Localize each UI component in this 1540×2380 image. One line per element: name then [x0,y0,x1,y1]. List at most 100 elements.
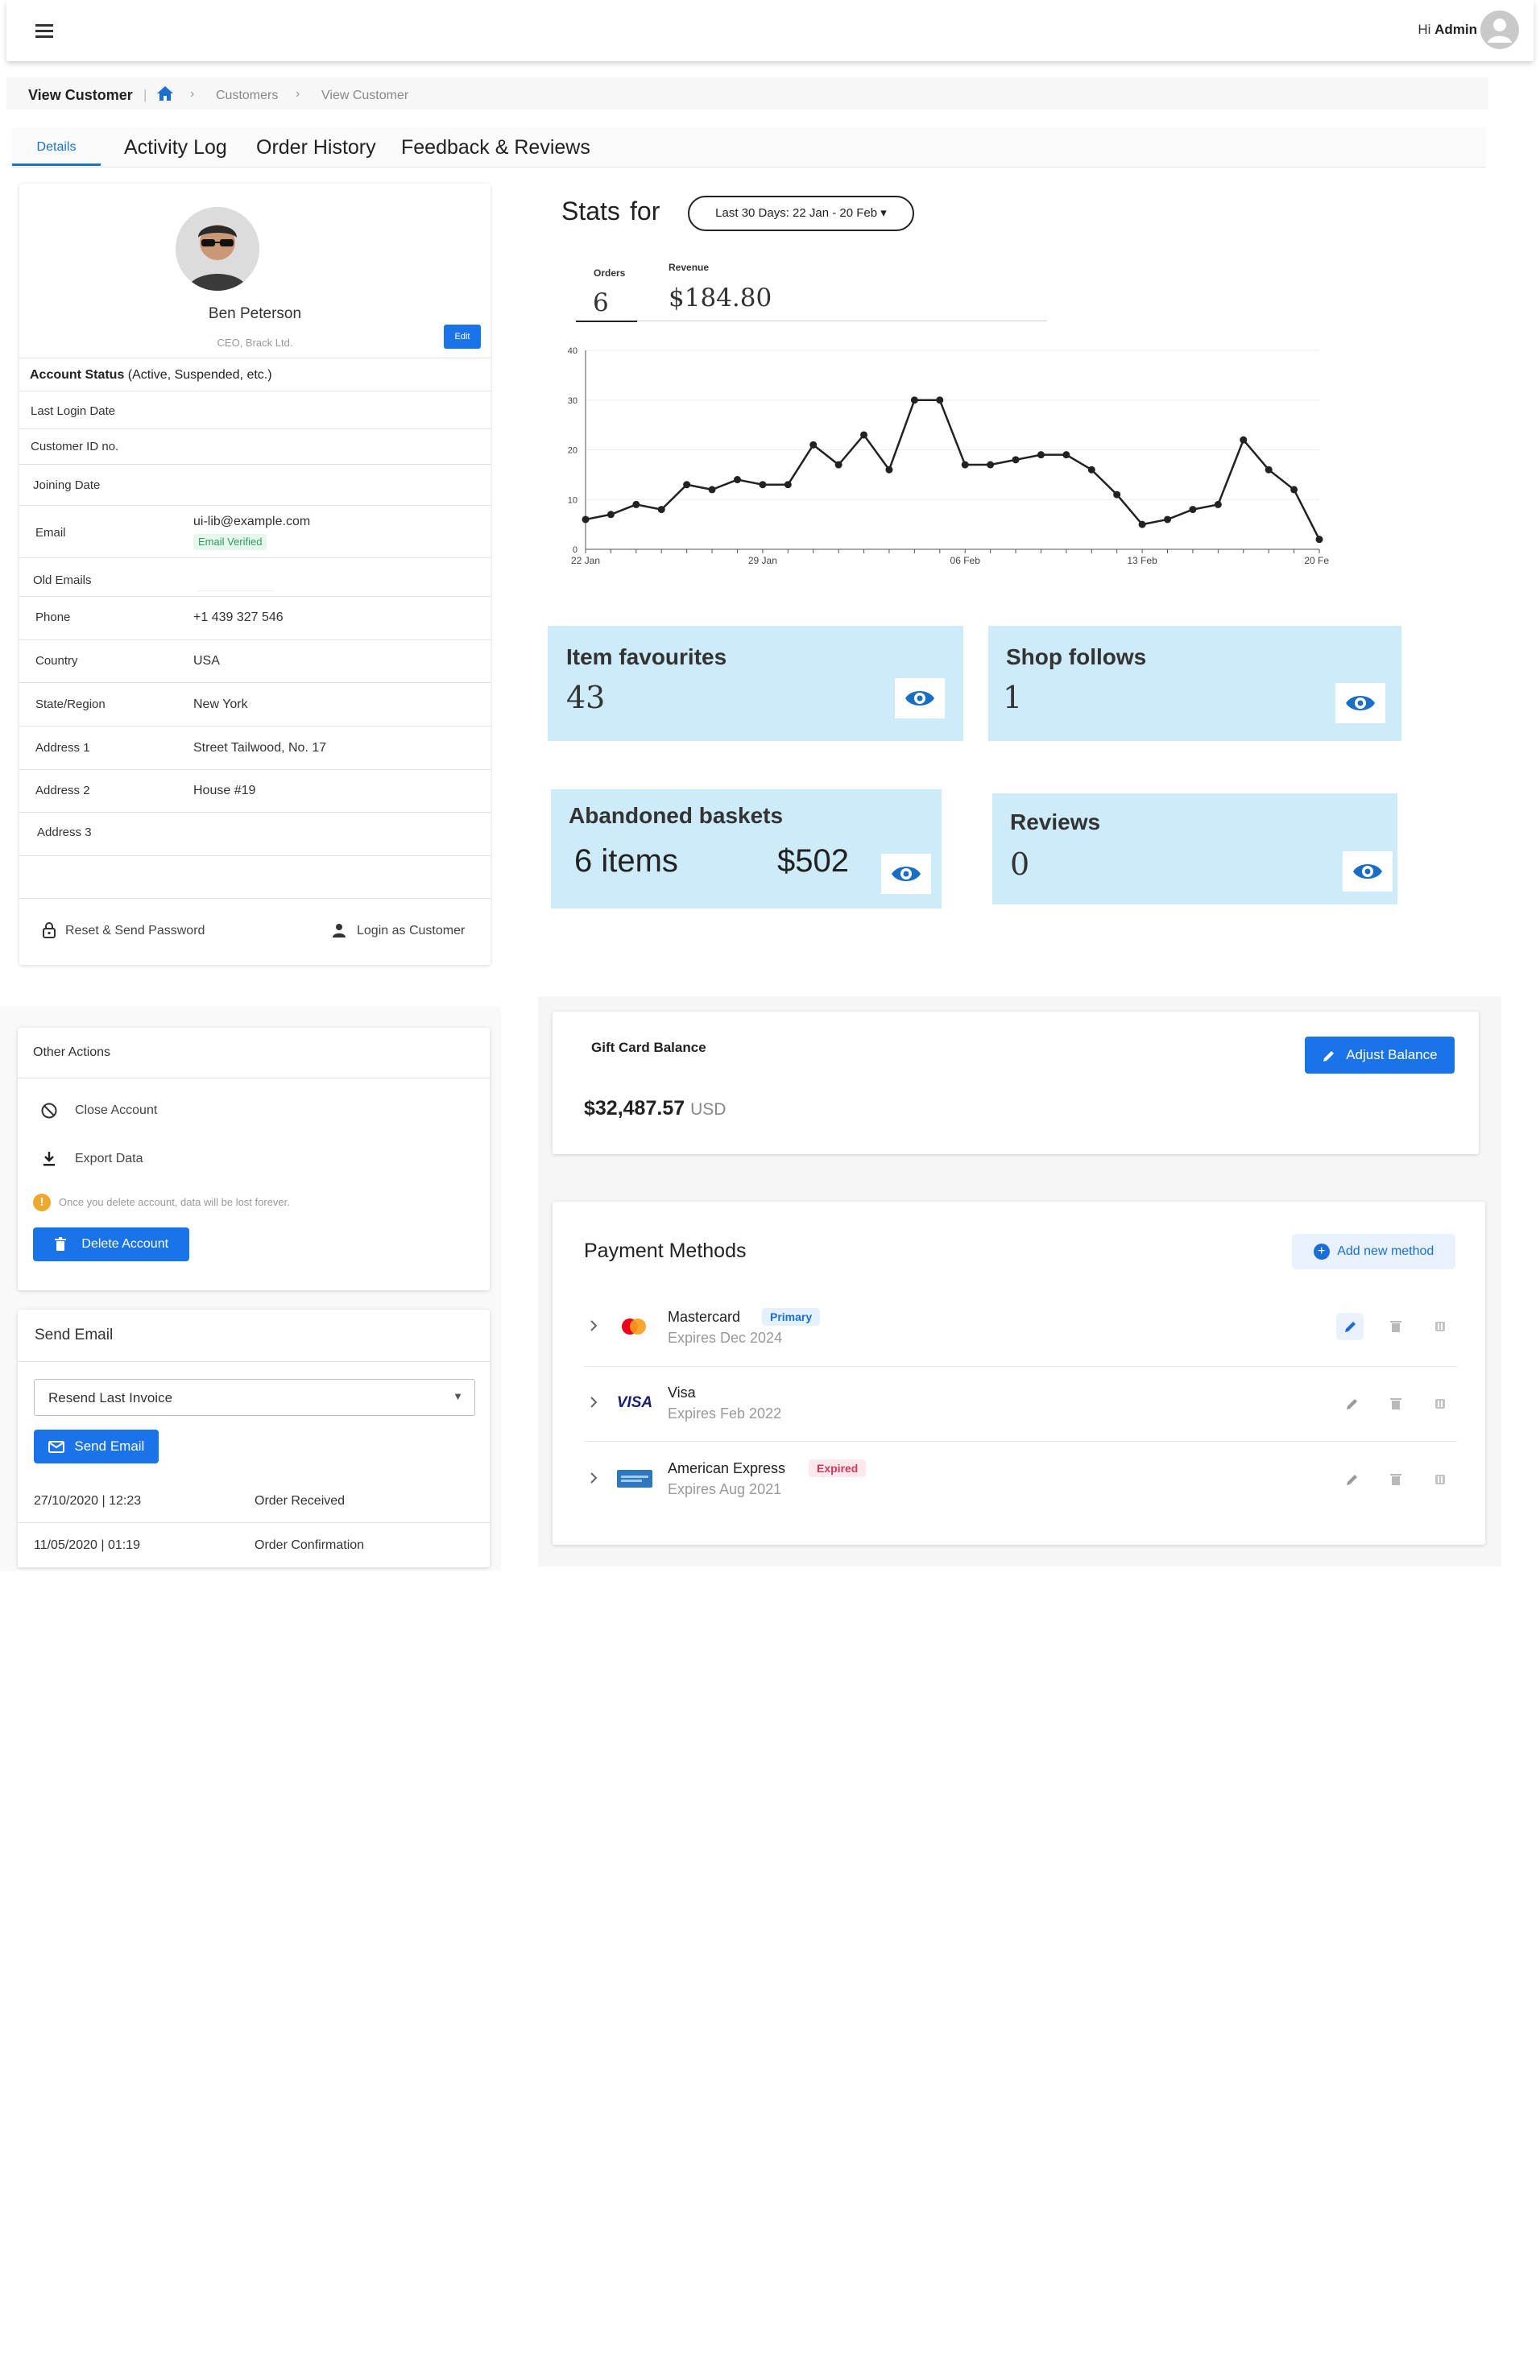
hamburger-menu-icon[interactable] [31,19,60,42]
customer-title: CEO, Brack Ltd. [217,337,293,349]
chart-data-point [1189,506,1197,514]
delete-warning-text: Once you delete account, data will be lo… [59,1196,290,1208]
revenue-label: Revenue [669,262,710,273]
email-template-select[interactable]: Resend Last Invoice ▼ [34,1379,475,1416]
edit-pencil-icon[interactable] [1338,1390,1365,1418]
delete-account-button[interactable]: Delete Account [33,1227,189,1261]
close-account-link[interactable]: Close Account [75,1103,157,1118]
tab-order-history[interactable]: Order History [256,129,376,166]
page-title: View Customer [28,87,133,103]
divider [584,1366,1457,1367]
home-icon[interactable] [155,84,175,103]
delete-trash-icon[interactable] [1382,1390,1410,1418]
view-reviews-eye-icon[interactable] [1343,851,1393,892]
user-avatar-icon[interactable] [1480,10,1519,49]
chart-data-point [809,441,818,449]
adjust-balance-button[interactable]: Adjust Balance [1305,1037,1455,1074]
reset-password-link[interactable]: Reset & Send Password [65,924,205,938]
chart-series-line [585,399,1321,540]
divider [19,596,491,597]
settings-sliders-icon[interactable] [1426,1466,1454,1493]
expand-chevron-icon[interactable] [586,1395,601,1409]
chart-data-point [1087,466,1095,474]
chart-data-point [708,486,716,494]
y-tick-label: 40 [568,346,578,356]
gift-card-currency: USD [690,1100,727,1119]
export-data-link[interactable]: Export Data [75,1152,143,1166]
send-email-title: Send Email [35,1327,114,1343]
caret-down-icon: ▼ [453,1390,463,1402]
trash-icon [54,1236,66,1251]
chart-data-point [759,481,767,489]
email-log-date: 11/05/2020 | 01:19 [34,1538,140,1552]
chart-data-point [1037,451,1045,459]
chart-data-point [733,476,741,484]
edit-pencil-icon[interactable] [1338,1466,1365,1493]
amex-logo [616,1469,653,1492]
settings-sliders-icon[interactable] [1426,1313,1454,1340]
chart-data-point [987,461,995,469]
chart-data-point [784,481,792,489]
chart-data-point [1012,456,1020,464]
login-as-customer-link[interactable]: Login as Customer [357,924,465,938]
view-follows-eye-icon[interactable] [1335,683,1385,723]
abandoned-baskets-title: Abandoned baskets [569,803,784,828]
divider [19,557,491,558]
abandoned-baskets-items: 6 items [574,843,678,879]
field-label-address-3: Address 3 [37,826,92,839]
edit-pencil-icon[interactable] [1336,1313,1364,1340]
customer-avatar [176,207,259,291]
plus-icon: + [1313,1244,1330,1260]
email-value[interactable]: ui-lib@example.com [193,515,310,529]
expand-chevron-icon[interactable] [586,1318,601,1333]
tab-activity-log[interactable]: Activity Log [124,129,227,166]
breadcrumb-customers[interactable]: Customers [216,89,278,103]
view-favourites-eye-icon[interactable] [895,678,945,718]
chart-data-point [885,466,893,474]
view-baskets-eye-icon[interactable] [881,854,931,894]
field-label-last-login: Last Login Date [31,404,116,418]
field-label-state: State/Region [35,697,106,711]
orders-line-chart: 0 10 20 30 40 22 Jan 29 Jan 06 Feb 13 Feb 20 Feb [568,346,1329,566]
chart-data-point [1214,500,1222,508]
settings-sliders-icon[interactable] [1426,1390,1454,1418]
divider [19,812,491,813]
add-new-method-label: Add new method [1337,1244,1434,1258]
email-template-value: Resend Last Invoice [48,1390,173,1405]
orders-underline [576,321,637,322]
divider [19,464,491,465]
account-status-row: Account Status (Active, Suspended, etc.) [30,368,272,383]
tab-feedback-reviews[interactable]: Feedback & Reviews [401,129,590,166]
y-tick-label: 30 [568,396,578,406]
expand-chevron-icon[interactable] [586,1471,601,1485]
payment-method-expiry: Expires Feb 2022 [668,1405,782,1422]
delete-trash-icon[interactable] [1382,1313,1410,1340]
add-new-method-button[interactable]: + Add new method [1292,1234,1455,1269]
field-label-address-1: Address 1 [35,741,90,755]
divider [19,769,491,770]
chevron-right-icon: › [296,87,300,101]
date-range-value: Last 30 Days: 22 Jan - 20 Feb [715,206,878,220]
x-tick-label: 06 Feb [950,555,981,566]
chart-data-point [657,506,665,514]
field-label-customer-id: Customer ID no. [31,440,119,453]
payment-method-expiry: Expires Dec 2024 [668,1330,783,1346]
top-app-bar [6,0,1534,61]
send-email-button[interactable]: Send Email [34,1430,159,1463]
gift-card-title: Gift Card Balance [591,1040,706,1055]
payment-methods-title: Payment Methods [584,1240,747,1262]
date-range-dropdown[interactable]: Last 30 Days: 22 Jan - 20 Feb ▾ [688,196,914,231]
customer-name: Ben Peterson [208,305,302,322]
orders-label: Orders [594,267,626,279]
block-icon [40,1102,58,1120]
tab-details[interactable]: Details [12,129,101,166]
y-tick-label: 20 [568,446,578,456]
delete-trash-icon[interactable] [1382,1466,1410,1493]
edit-profile-button[interactable]: Edit [444,325,481,349]
primary-badge: Primary [762,1308,821,1326]
greeting-user: Admin [1434,22,1477,37]
delete-account-label: Delete Account [81,1237,169,1251]
mail-icon [48,1441,64,1454]
email-verified-badge: Email Verified [193,534,267,550]
field-label-country: Country [35,654,78,668]
